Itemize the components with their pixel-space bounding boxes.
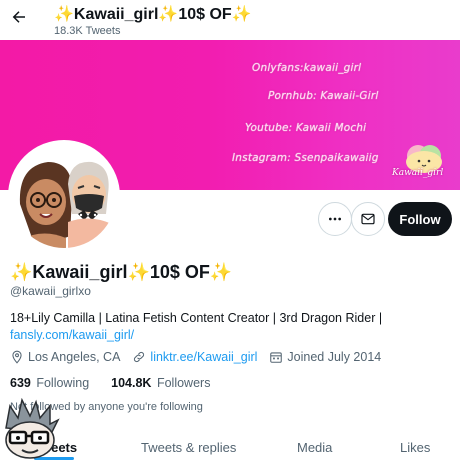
handle: @kawaii_girlxo (10, 284, 91, 298)
tweet-count: 18.3K Tweets (54, 25, 121, 37)
avatar-illustration (12, 144, 116, 248)
banner-line-pornhub: Pornhub: Kawaii-Girl (268, 90, 379, 102)
website-link[interactable]: linktr.ee/Kawaii_girl (150, 350, 257, 364)
followers-number: 104.8K (111, 376, 152, 390)
bio: 18+Lily Camilla | Latina Fetish Content … (10, 310, 450, 344)
follow-counts: 639 Following 104.8K Followers (10, 376, 232, 390)
followers-label: Followers (156, 376, 211, 390)
banner-line-instagram: Instagram: Ssenpaikawaiig (232, 152, 379, 164)
back-button[interactable] (8, 6, 30, 28)
message-button[interactable] (351, 202, 385, 236)
following-number: 639 (10, 376, 31, 390)
page-title: ✨Kawaii_girl✨10$ OF✨ (54, 6, 252, 23)
arrow-left-icon (12, 11, 25, 23)
website[interactable]: linktr.ee/Kawaii_girl (132, 350, 257, 364)
bio-link[interactable]: fansly.com/kawaii_girl/ (10, 327, 450, 344)
display-name: ✨Kawaii_girl✨10$ OF✨ (10, 262, 233, 282)
follow-button[interactable]: Follow (388, 202, 452, 236)
profile-tabs: Tweets Tweets & replies Media Likes (0, 432, 460, 460)
following-count[interactable]: 639 Following (10, 376, 89, 390)
tab-likes[interactable]: Likes (400, 440, 430, 455)
avatar[interactable] (8, 140, 120, 252)
calendar-icon (270, 352, 283, 363)
mascot-sticker (5, 398, 60, 459)
bio-text: 18+Lily Camilla | Latina Fetish Content … (10, 311, 383, 325)
banner-line-onlyfans: Onlyfans:kawaii_girl (252, 62, 362, 74)
link-icon (134, 351, 145, 363)
location: Los Angeles, CA (10, 350, 120, 364)
more-icon (329, 217, 341, 221)
joined-text: Joined July 2014 (287, 350, 382, 364)
following-label: Following (36, 376, 90, 390)
followers-count[interactable]: 104.8K Followers (111, 376, 210, 390)
profile-meta: Los Angeles, CA linktr.ee/Kawaii_girl Jo… (10, 350, 393, 364)
location-pin-icon (12, 350, 22, 364)
envelope-icon (361, 213, 375, 225)
banner-logo-text: Kawaii_girl (392, 168, 444, 178)
more-button[interactable] (318, 202, 352, 236)
location-text: Los Angeles, CA (28, 350, 121, 364)
banner-line-youtube: Youtube: Kawaii Mochi (245, 122, 367, 134)
joined: Joined July 2014 (269, 350, 381, 364)
tab-media[interactable]: Media (297, 440, 332, 455)
top-bar: ✨Kawaii_girl✨10$ OF✨ 18.3K Tweets (0, 0, 460, 40)
tab-tweets-replies[interactable]: Tweets & replies (141, 440, 236, 455)
